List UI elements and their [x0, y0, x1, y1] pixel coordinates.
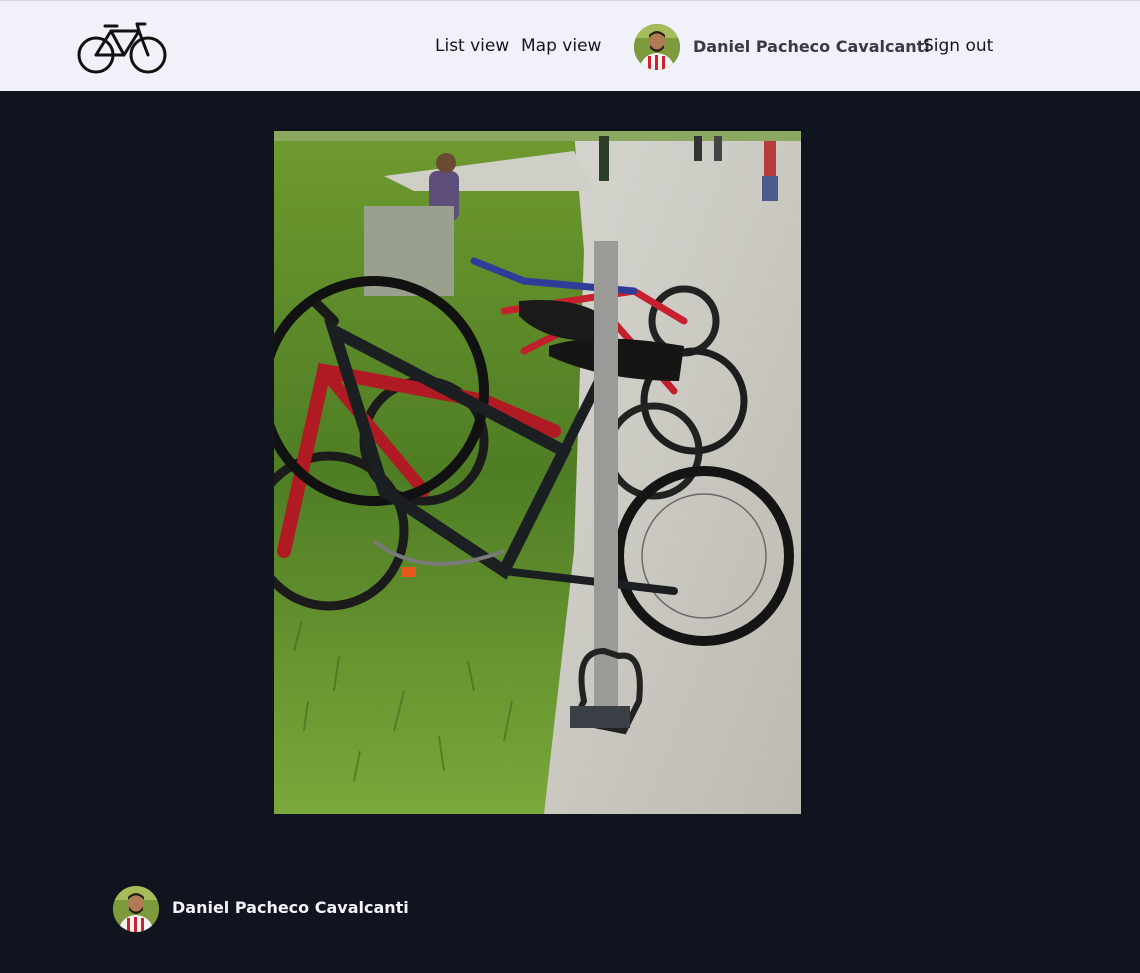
top-navbar: List view Map view Daniel Pacheco Cavalc… — [0, 0, 1140, 91]
sign-out-link[interactable]: Sign out — [923, 36, 993, 56]
footer-user-name[interactable]: Daniel Pacheco Cavalcanti — [172, 898, 409, 918]
list-view-link[interactable]: List view — [435, 36, 509, 56]
map-view-link[interactable]: Map view — [521, 36, 601, 56]
avatar[interactable] — [634, 24, 680, 70]
user-name[interactable]: Daniel Pacheco Cavalcanti — [693, 37, 930, 57]
bicycle-icon[interactable] — [75, 19, 169, 75]
footer-avatar[interactable] — [113, 886, 159, 932]
bike-photo — [274, 131, 801, 814]
